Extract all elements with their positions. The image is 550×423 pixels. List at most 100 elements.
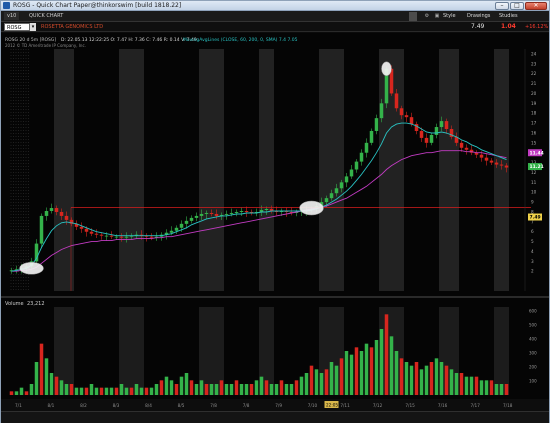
price-tick-label: 11 xyxy=(531,180,537,185)
pane-divider[interactable] xyxy=(1,296,549,298)
candle-body xyxy=(349,169,354,177)
candle-body xyxy=(79,226,84,229)
volume-tick-label: 100 xyxy=(529,379,537,384)
session-shade-vol-1 xyxy=(119,307,144,395)
volume-bar xyxy=(69,384,74,395)
price-tick-label: 19 xyxy=(531,101,537,106)
chevron-down-icon[interactable]: ▾ xyxy=(30,23,36,31)
candle-body xyxy=(39,215,44,244)
gear-icon[interactable]: ⚙ xyxy=(423,12,431,21)
volume-bar xyxy=(79,387,84,395)
price-tick-label: 16 xyxy=(531,130,537,135)
candle-body xyxy=(89,231,94,234)
candle-body xyxy=(189,217,194,221)
candle-body xyxy=(199,213,204,216)
brand-menu-button[interactable]: v10 xyxy=(4,12,20,20)
volume-bar xyxy=(319,373,324,395)
volume-bar xyxy=(144,387,149,395)
volume-bar xyxy=(104,387,109,395)
time-tick-label: 7/1 xyxy=(15,403,22,408)
close-icon: ✕ xyxy=(533,2,539,9)
price-tick-label: 12 xyxy=(531,170,537,175)
time-tick-label: 7/12 xyxy=(373,403,383,408)
last-price: 7.49 xyxy=(471,23,485,30)
price-chart[interactable]: ROSG 20 d 5m [ROSG] D: 22.05.13 12:22:25… xyxy=(1,33,549,411)
time-tick-label: 7/16 xyxy=(438,403,448,408)
flag-icon[interactable] xyxy=(409,12,417,21)
chart-area[interactable]: ROSG 20 d 5m [ROSG] D: 22.05.13 12:22:25… xyxy=(1,33,549,411)
maximize-icon: □ xyxy=(514,2,520,9)
volume-bar xyxy=(299,376,304,395)
style-button[interactable]: Style xyxy=(443,12,456,21)
price-tick-label: 22 xyxy=(531,71,537,76)
session-shade-6 xyxy=(439,49,459,291)
session-shade-1 xyxy=(119,49,144,291)
camera-icon[interactable]: ▣ xyxy=(433,12,441,21)
volume-bar xyxy=(244,384,249,395)
candle-body xyxy=(179,223,184,228)
volume-bar xyxy=(434,358,439,395)
candle-body xyxy=(399,108,404,116)
volume-tick-label: 600 xyxy=(529,309,537,314)
candle-body xyxy=(194,215,199,218)
price-tick-label: 6 xyxy=(531,229,534,234)
volume-tick-label: 500 xyxy=(529,323,537,328)
candle-body xyxy=(209,212,214,214)
volume-bar xyxy=(219,380,224,395)
volume-bar xyxy=(204,384,209,395)
volume-bar xyxy=(499,384,504,395)
price-tick-label: 3 xyxy=(531,259,534,264)
candle-body xyxy=(324,198,329,203)
volume-bar xyxy=(274,384,279,395)
candle-body xyxy=(424,137,429,143)
volume-bar xyxy=(29,384,34,395)
volume-bar xyxy=(109,387,114,395)
volume-bar xyxy=(429,362,434,395)
price-change: 1.04 xyxy=(501,23,516,30)
volume-bar xyxy=(209,384,214,395)
price-tick-label: 9 xyxy=(531,200,534,205)
app-window: ROSG - Quick Chart Paper@thinkorswim [bu… xyxy=(0,0,550,423)
ma-study-label: MovingAvgLines (CLOSE, 60, 200, 0, SMA) … xyxy=(183,37,298,43)
volume-bar xyxy=(254,380,259,395)
volume-bar xyxy=(99,387,104,395)
session-shade-vol-7 xyxy=(494,307,509,395)
volume-bar xyxy=(224,384,229,395)
volume-value: 23,212 xyxy=(27,301,45,307)
toolbar-title: QUICK CHART xyxy=(29,13,64,19)
symbol-row: ROSG ▾ ROSETTA GENOMICS LTD 7.49 1.04 +1… xyxy=(1,22,549,32)
volume-bar xyxy=(114,387,119,395)
volume-bar xyxy=(84,387,89,395)
candle-body xyxy=(184,220,189,224)
candle-body xyxy=(364,142,369,153)
candle-body xyxy=(234,211,239,213)
candle-body xyxy=(114,236,119,238)
studies-button[interactable]: Studies xyxy=(499,12,518,21)
volume-bar xyxy=(259,376,264,395)
candle-body xyxy=(49,208,54,211)
close-button[interactable]: ✕ xyxy=(525,2,547,10)
candle-body xyxy=(419,130,424,138)
drawings-button[interactable]: Drawings xyxy=(467,12,490,21)
time-tick-label: 8/3 xyxy=(113,403,120,408)
time-tick-label: 7/17 xyxy=(470,403,480,408)
symbol-input[interactable]: ROSG xyxy=(4,23,30,31)
price-tick-label: 23 xyxy=(531,61,537,66)
candle-body xyxy=(484,157,489,161)
toolbar: v10 QUICK CHART ⚙ ▣ Style Drawings Studi… xyxy=(1,11,549,22)
maximize-button[interactable]: □ xyxy=(510,2,524,10)
volume-bar xyxy=(34,362,39,395)
candle-body xyxy=(84,228,89,232)
candle-body xyxy=(374,118,379,131)
copyright-text: 2012 © TD Ameritrade IP Company, Inc. xyxy=(5,43,86,48)
volume-bar xyxy=(269,384,274,395)
volume-bar xyxy=(454,373,459,395)
volume-bar xyxy=(484,380,489,395)
time-tick-label: 7/8 xyxy=(210,403,217,408)
minimize-button[interactable]: – xyxy=(495,2,509,10)
candle-body xyxy=(229,212,234,214)
candle-body xyxy=(174,227,179,231)
volume-bar xyxy=(149,387,154,395)
candle-body xyxy=(494,162,499,165)
volume-bar xyxy=(64,384,69,395)
